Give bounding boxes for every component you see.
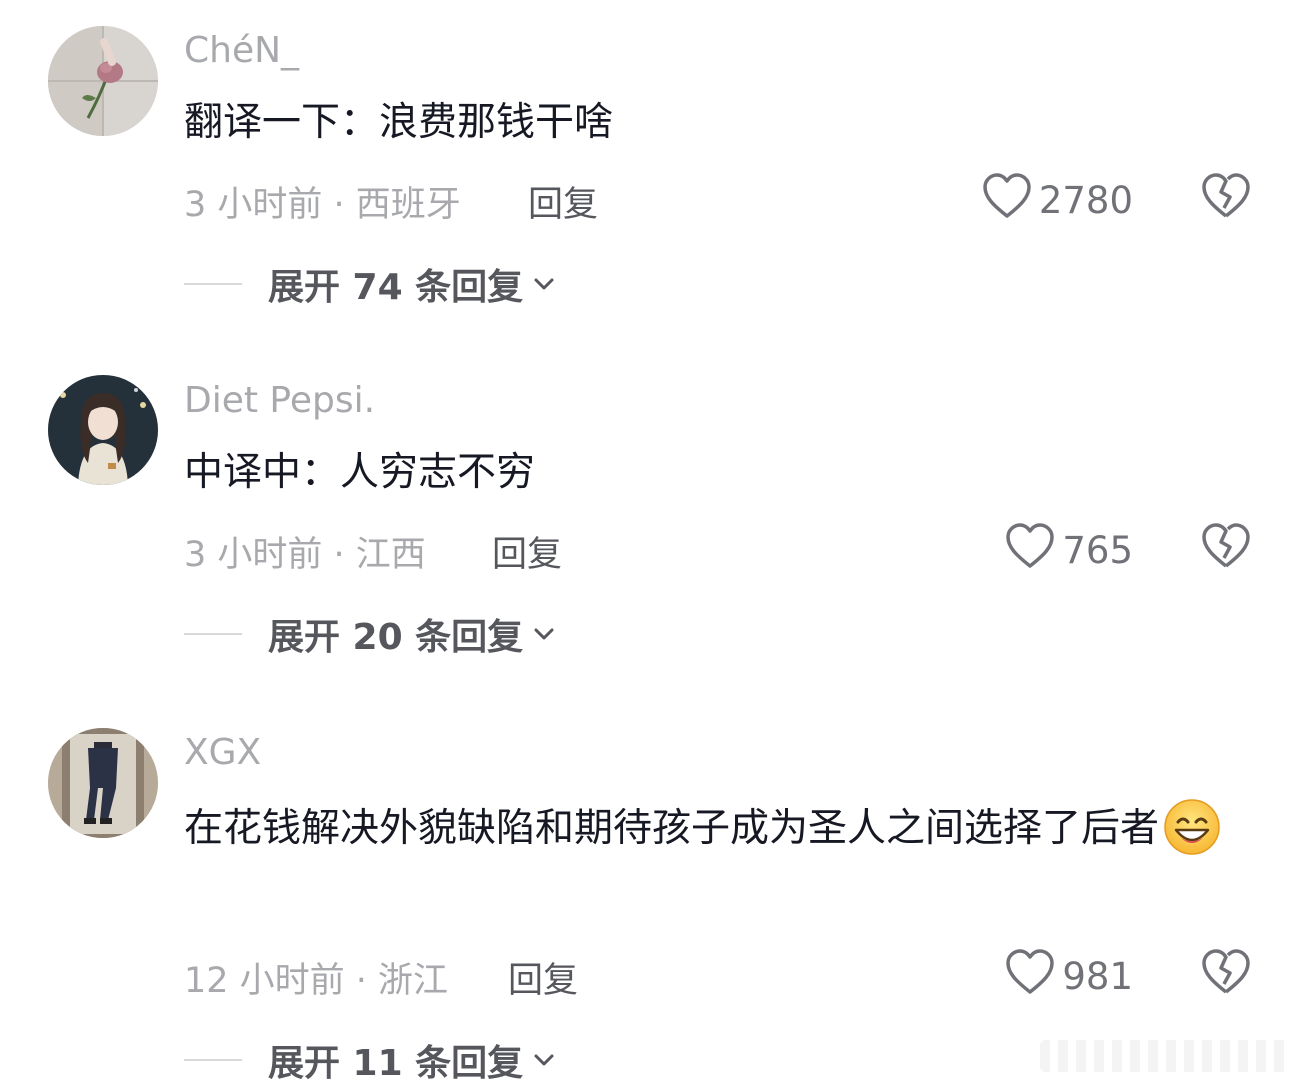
divider <box>184 283 242 285</box>
avatar[interactable] <box>48 26 158 136</box>
comment-meta: 12 小时前 · 浙江 <box>184 961 449 1001</box>
expand-replies-label[interactable]: 展开 11 条回复 <box>268 1034 523 1086</box>
expand-replies[interactable]: 展开 20 条回复 <box>184 608 557 660</box>
heart-icon <box>981 172 1033 229</box>
like-count: 2780 <box>1038 179 1133 222</box>
chevron-down-icon <box>534 628 554 640</box>
comment-text-body: 在花钱解决外貌缺陷和期待孩子成为圣人之间选择了后者 <box>184 806 1160 851</box>
reply-button[interactable]: 回复 <box>492 526 562 577</box>
reply-button[interactable]: 回复 <box>528 176 598 227</box>
comment-meta: 3 小时前 · 西班牙 <box>184 185 461 225</box>
chevron-down-icon <box>534 278 554 290</box>
broken-heart-icon <box>1200 172 1252 220</box>
comment-meta: 3 小时前 · 江西 <box>184 535 426 575</box>
username[interactable]: ChéN_ <box>184 30 299 71</box>
comment-text: 翻译一下：浪费那钱干啥 <box>184 100 614 145</box>
expand-replies[interactable]: 展开 11 条回复 <box>184 1034 557 1086</box>
divider <box>184 633 242 635</box>
username[interactable]: Diet Pepsi. <box>184 380 375 421</box>
expand-replies-label[interactable]: 展开 74 条回复 <box>268 258 523 310</box>
reply-button[interactable]: 回复 <box>508 952 578 1003</box>
dislike-button[interactable] <box>1200 948 1252 996</box>
like-button[interactable]: 765 <box>1004 522 1133 579</box>
expand-replies-label[interactable]: 展开 20 条回复 <box>268 608 523 660</box>
like-button[interactable]: 2780 <box>981 172 1133 229</box>
like-count: 765 <box>1062 529 1133 572</box>
watermark <box>1040 1040 1290 1072</box>
broken-heart-icon <box>1200 522 1252 570</box>
avatar[interactable] <box>48 375 158 485</box>
dislike-button[interactable] <box>1200 522 1252 570</box>
heart-icon <box>1004 522 1056 579</box>
dislike-button[interactable] <box>1200 172 1252 220</box>
grinning-sweat-emoji-icon <box>1163 798 1221 856</box>
chevron-down-icon <box>534 1054 554 1066</box>
heart-icon <box>1004 948 1056 1005</box>
expand-replies[interactable]: 展开 74 条回复 <box>184 258 557 310</box>
divider <box>184 1059 242 1061</box>
broken-heart-icon <box>1200 948 1252 996</box>
avatar[interactable] <box>48 728 158 838</box>
like-count: 981 <box>1062 955 1133 998</box>
comment-text: 中译中：人穷志不穷 <box>184 450 536 495</box>
username[interactable]: XGX <box>184 732 261 773</box>
comment-text: 在花钱解决外貌缺陷和期待孩子成为圣人之间选择了后者 <box>184 792 1244 866</box>
like-button[interactable]: 981 <box>1004 948 1133 1005</box>
